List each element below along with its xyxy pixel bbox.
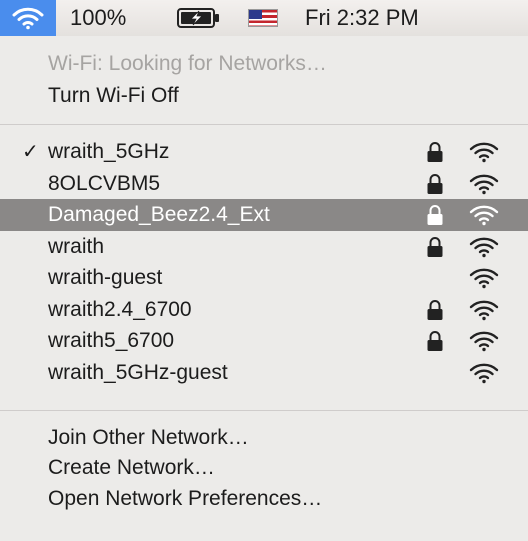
lock-icon [427, 173, 443, 194]
clock[interactable]: Fri 2:32 PM [305, 5, 419, 31]
network-name: wraith_5GHz [48, 140, 170, 163]
network-name: wraith2.4_6700 [48, 297, 192, 321]
wifi-menu: Wi-Fi: Looking for Networks… Turn Wi-Fi … [0, 36, 528, 541]
lock-icon [427, 331, 443, 351]
turn-wifi-off-item[interactable]: Turn Wi-Fi Off [48, 84, 179, 108]
network-name: wraith5_6700 [48, 329, 175, 352]
network-name: Damaged_Beez2.4_Ext [48, 203, 270, 226]
network-item[interactable]: 8OLCVBM5 [0, 168, 528, 200]
checkmark-icon: ✓ [22, 141, 39, 163]
network-item[interactable]: wraith [0, 231, 528, 263]
wifi-signal-icon [469, 205, 499, 226]
lock-icon [427, 205, 443, 225]
network-item[interactable]: wraith_5GHz-guest [0, 357, 528, 389]
wifi-signal-icon [469, 142, 499, 163]
battery-charging-icon[interactable] [177, 8, 221, 28]
us-flag-icon[interactable] [248, 9, 278, 27]
lock-icon [427, 142, 443, 162]
network-item[interactable]: ✓ wraith_5GHz [0, 136, 528, 168]
wifi-signal-icon [469, 174, 499, 194]
network-name: 8OLCVBM5 [48, 171, 161, 195]
wifi-signal-icon [469, 237, 499, 257]
wifi-signal-icon [469, 331, 499, 352]
join-other-network-item[interactable]: Join Other Network… [48, 426, 249, 450]
lock-icon [427, 236, 443, 257]
separator [0, 410, 528, 411]
separator [0, 124, 528, 125]
battery-percent[interactable]: 100% [70, 5, 126, 31]
wifi-signal-icon [469, 268, 499, 289]
wifi-status: Wi-Fi: Looking for Networks… [48, 52, 327, 75]
network-name: wraith-guest [48, 266, 163, 289]
network-item[interactable]: wraith5_6700 [0, 325, 528, 357]
menu-bar: 100% Fri 2:32 PM [0, 0, 528, 37]
wifi-menu-button[interactable] [0, 0, 56, 36]
lock-icon [427, 299, 443, 320]
network-name: wraith [48, 234, 105, 258]
network-item[interactable]: wraith2.4_6700 [0, 294, 528, 326]
wifi-icon [12, 7, 44, 30]
network-item[interactable]: Damaged_Beez2.4_Ext [0, 199, 528, 231]
network-name: wraith_5GHz-guest [48, 360, 228, 384]
create-network-item[interactable]: Create Network… [48, 456, 215, 480]
network-item[interactable]: wraith-guest [0, 262, 528, 294]
wifi-signal-icon [469, 363, 499, 383]
wifi-signal-icon [469, 300, 499, 320]
open-network-preferences-item[interactable]: Open Network Preferences… [48, 487, 322, 511]
